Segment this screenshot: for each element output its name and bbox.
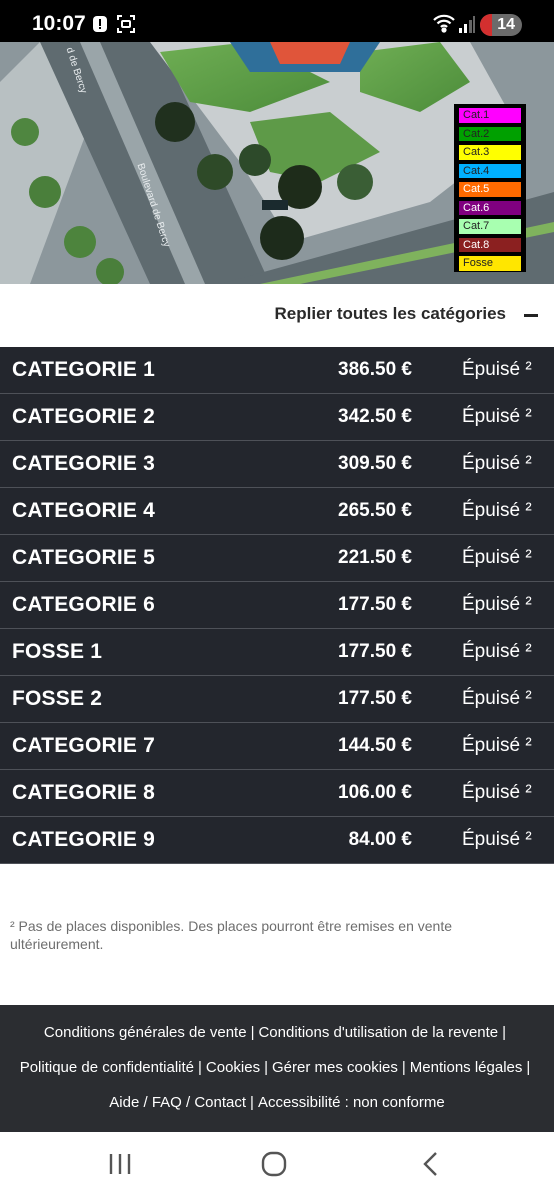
legend-item: Cat.6	[458, 199, 522, 216]
category-list: CATEGORIE 1 386.50 € Épuisé ² CATEGORIE …	[0, 347, 554, 864]
category-row[interactable]: CATEGORIE 9 84.00 € Épuisé ²	[0, 817, 554, 864]
footer-link-help[interactable]: Aide / FAQ / Contact	[109, 1094, 246, 1111]
status-time: 10:07	[32, 12, 86, 35]
category-name: FOSSE 2	[12, 687, 103, 710]
battery-indicator: 14	[480, 14, 522, 36]
category-status: Épuisé ²	[462, 735, 532, 756]
legend-item: Fosse	[458, 255, 522, 272]
category-name: CATEGORIE 7	[12, 734, 155, 757]
category-price: 177.50 €	[338, 594, 412, 615]
collapse-all-label: Replier toutes les catégories	[274, 304, 506, 323]
category-price: 144.50 €	[338, 735, 412, 756]
collapse-all-button[interactable]: Replier toutes les catégories	[0, 284, 554, 346]
category-price: 177.50 €	[338, 641, 412, 662]
recent-apps-icon[interactable]	[106, 1150, 134, 1183]
category-price: 106.00 €	[338, 782, 412, 803]
category-name: CATEGORIE 6	[12, 593, 155, 616]
category-status: Épuisé ²	[462, 500, 532, 521]
category-row[interactable]: CATEGORIE 2 342.50 € Épuisé ²	[0, 394, 554, 441]
legend-item: Cat.7	[458, 218, 522, 235]
system-nav-bar	[0, 1132, 554, 1200]
footer-link-cgv[interactable]: Conditions générales de vente	[44, 1024, 247, 1041]
footer-link-cookies[interactable]: Cookies	[206, 1059, 260, 1076]
category-row[interactable]: CATEGORIE 1 386.50 € Épuisé ²	[0, 347, 554, 394]
category-name: FOSSE 1	[12, 640, 103, 663]
alert-icon	[92, 14, 108, 39]
category-price: 386.50 €	[338, 359, 412, 380]
back-icon[interactable]	[418, 1150, 446, 1183]
category-name: CATEGORIE 4	[12, 499, 155, 522]
category-status: Épuisé ²	[462, 782, 532, 803]
category-price: 265.50 €	[338, 500, 412, 521]
legend-item: Cat.1	[458, 107, 522, 124]
signal-icon	[458, 14, 476, 39]
minus-icon	[524, 314, 538, 317]
footer-link-accessibility[interactable]: Accessibilité : non conforme	[258, 1094, 445, 1111]
category-row[interactable]: FOSSE 1 177.50 € Épuisé ²	[0, 629, 554, 676]
footer-link-privacy[interactable]: Politique de confidentialité	[20, 1059, 194, 1076]
category-status: Épuisé ²	[462, 594, 532, 615]
category-price: 84.00 €	[348, 829, 412, 850]
category-name: CATEGORIE 8	[12, 781, 155, 804]
legend-item: Cat.3	[458, 144, 522, 161]
category-price: 342.50 €	[338, 406, 412, 427]
category-row[interactable]: FOSSE 2 177.50 € Épuisé ²	[0, 676, 554, 723]
home-icon[interactable]	[260, 1150, 288, 1183]
category-row[interactable]: CATEGORIE 3 309.50 € Épuisé ²	[0, 441, 554, 488]
availability-footnote: ² Pas de places disponibles. Des places …	[10, 918, 453, 952]
status-bar: 10:07 14	[0, 0, 554, 42]
category-status: Épuisé ²	[462, 453, 532, 474]
category-status: Épuisé ²	[462, 359, 532, 380]
screenshot-icon	[116, 14, 136, 39]
category-row[interactable]: CATEGORIE 6 177.50 € Épuisé ²	[0, 582, 554, 629]
site-footer: Conditions générales de vente | Conditions…	[0, 1005, 554, 1132]
battery-level: 14	[497, 16, 515, 33]
category-price: 221.50 €	[338, 547, 412, 568]
category-price: 177.50 €	[338, 688, 412, 709]
wifi-icon	[432, 13, 456, 38]
category-price: 309.50 €	[338, 453, 412, 474]
category-status: Épuisé ²	[462, 406, 532, 427]
venue-map[interactable]: Boulevard de Bercy d de Bercy Cat.1 Cat.…	[0, 42, 554, 284]
legend-item: Cat.8	[458, 236, 522, 253]
map-legend: Cat.1 Cat.2 Cat.3 Cat.4 Cat.5 Cat.6 Cat.…	[454, 104, 526, 272]
category-name: CATEGORIE 5	[12, 546, 155, 569]
category-row[interactable]: CATEGORIE 4 265.50 € Épuisé ²	[0, 488, 554, 535]
category-row[interactable]: CATEGORIE 5 221.50 € Épuisé ²	[0, 535, 554, 582]
footer-link-legal[interactable]: Mentions légales	[410, 1059, 523, 1076]
category-status: Épuisé ²	[462, 547, 532, 568]
category-name: CATEGORIE 1	[12, 358, 155, 381]
legend-item: Cat.2	[458, 125, 522, 142]
category-row[interactable]: CATEGORIE 7 144.50 € Épuisé ²	[0, 723, 554, 770]
footer-link-manage-cookies[interactable]: Gérer mes cookies	[272, 1059, 398, 1076]
category-name: CATEGORIE 2	[12, 405, 155, 428]
category-status: Épuisé ²	[462, 641, 532, 662]
category-status: Épuisé ²	[462, 688, 532, 709]
footer-link-resale-terms[interactable]: Conditions d'utilisation de la revente	[258, 1024, 498, 1041]
category-name: CATEGORIE 9	[12, 828, 155, 851]
category-row[interactable]: CATEGORIE 8 106.00 € Épuisé ²	[0, 770, 554, 817]
category-status: Épuisé ²	[462, 829, 532, 850]
category-name: CATEGORIE 3	[12, 452, 155, 475]
legend-item: Cat.5	[458, 181, 522, 198]
legend-item: Cat.4	[458, 162, 522, 179]
